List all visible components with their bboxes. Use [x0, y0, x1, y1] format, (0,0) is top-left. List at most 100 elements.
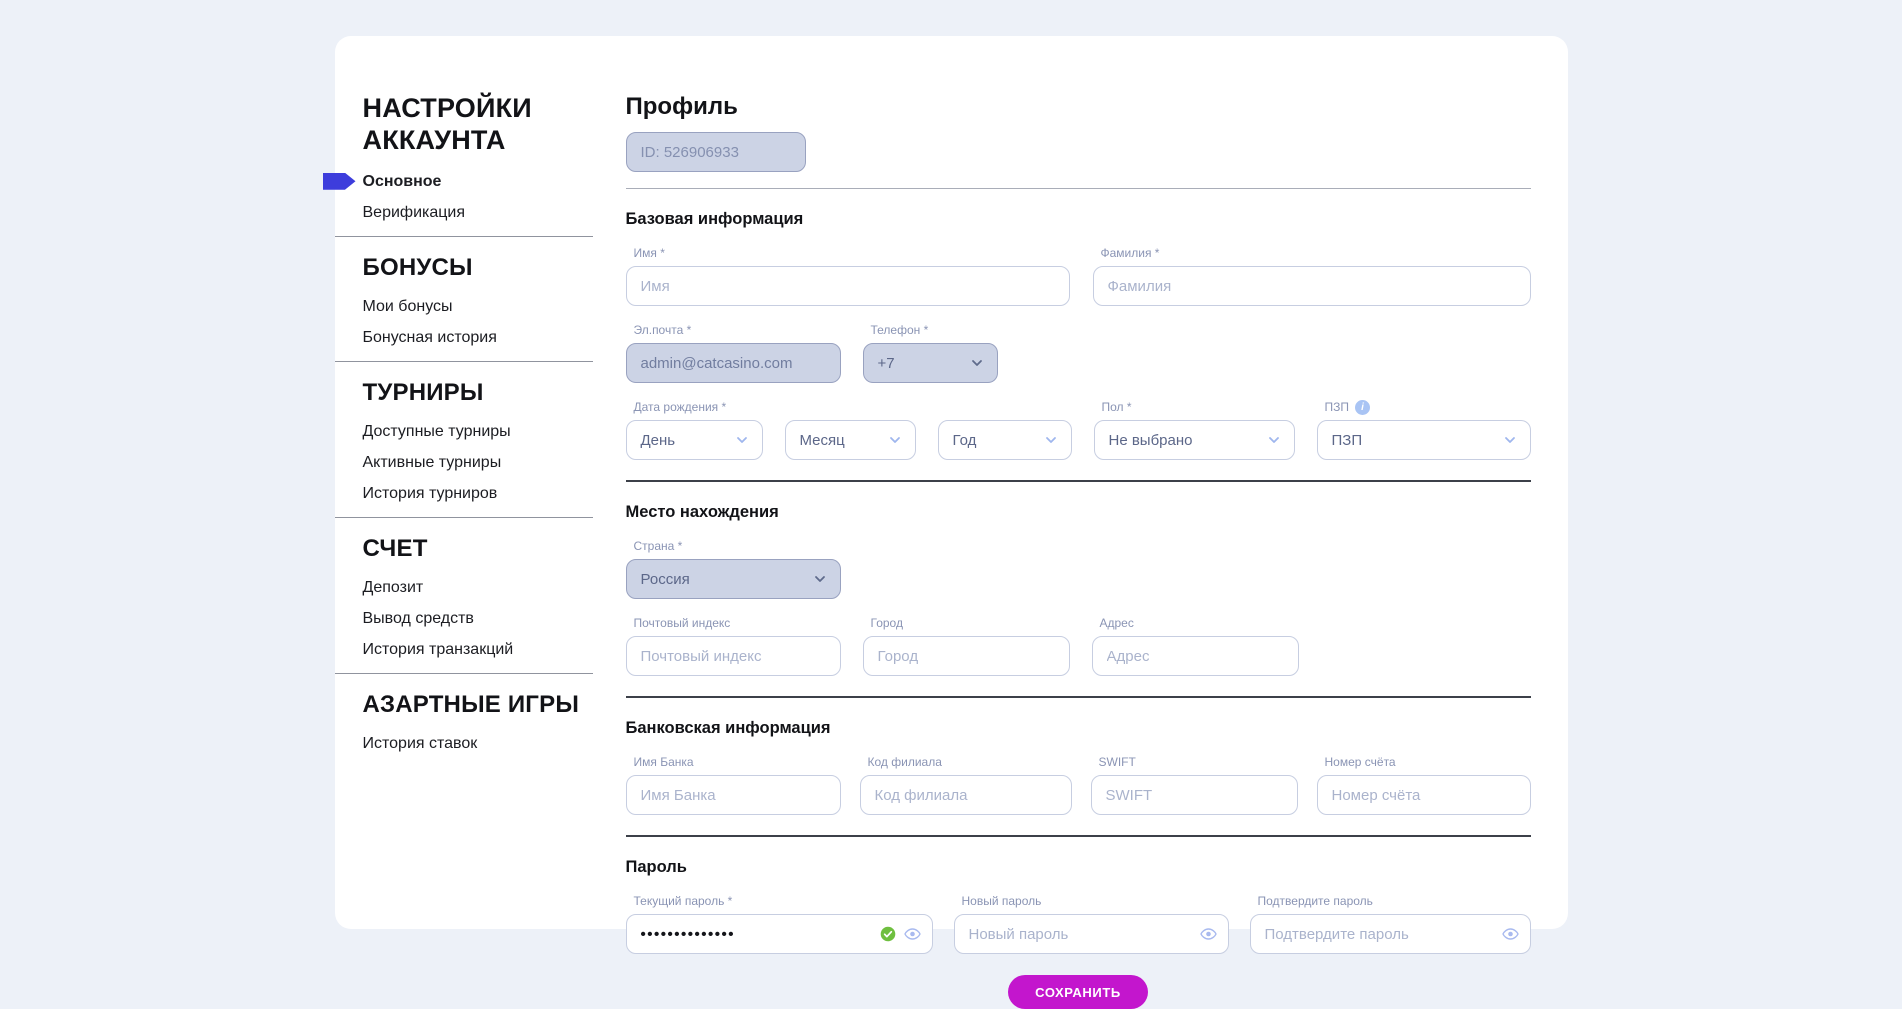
city-input[interactable]	[863, 636, 1070, 676]
account-number-input[interactable]	[1317, 775, 1531, 815]
sidebar-item-tournament-history[interactable]: История турниров	[363, 484, 626, 503]
confirm-password-input[interactable]	[1250, 914, 1531, 954]
sidebar-item-label: История турниров	[363, 485, 498, 502]
country-label: Страна *	[626, 539, 841, 554]
postal-code-input[interactable]	[626, 636, 841, 676]
sidebar-item-label: История ставок	[363, 735, 478, 752]
chevron-down-icon	[1268, 436, 1280, 444]
sidebar-title: НАСТРОЙКИ АККАУНТА	[363, 93, 573, 157]
form-row: Страна * Россия	[626, 539, 1531, 599]
section-divider	[626, 188, 1531, 189]
last-name-input[interactable]	[1093, 266, 1531, 306]
swift-input[interactable]	[1091, 775, 1298, 815]
sidebar-item-verification[interactable]: Верификация	[363, 203, 626, 222]
sidebar-group-tournaments: ТУРНИРЫ	[363, 379, 626, 407]
sidebar-item-label: Верификация	[363, 204, 466, 221]
first-name-input[interactable]	[626, 266, 1070, 306]
email-field: Эл.почта *	[626, 323, 841, 383]
branch-code-label: Код филиала	[860, 755, 1072, 770]
sidebar-divider	[335, 236, 593, 237]
sidebar-group-gambling: АЗАРТНЫЕ ИГРЫ	[363, 691, 626, 719]
section-divider	[626, 835, 1531, 837]
phone-field: Телефон * +7	[863, 323, 998, 383]
sidebar-divider	[335, 361, 593, 362]
sidebar-item-my-bonuses[interactable]: Мои бонусы	[363, 297, 626, 316]
user-id-field	[626, 132, 806, 172]
address-input[interactable]	[1092, 636, 1299, 676]
last-name-label: Фамилия *	[1093, 246, 1531, 261]
postal-code-field: Почтовый индекс	[626, 616, 841, 676]
sidebar-item-available-tournaments[interactable]: Доступные турниры	[363, 422, 626, 441]
account-settings-card: НАСТРОЙКИ АККАУНТА Основное Верификация …	[335, 36, 1568, 929]
city-field: Город	[863, 616, 1070, 676]
bank-name-label: Имя Банка	[626, 755, 841, 770]
sidebar-group-account: СЧЕТ	[363, 535, 626, 563]
active-item-arrow-icon	[323, 173, 356, 190]
sidebar-item-label: История транзакций	[363, 641, 514, 658]
sidebar-item-bonus-history[interactable]: Бонусная история	[363, 328, 626, 347]
dob-day-field: Дата рождения * День	[626, 400, 763, 460]
check-circle-icon	[880, 926, 896, 942]
current-password-label: Текущий пароль *	[626, 894, 933, 909]
form-row: Текущий пароль *	[626, 894, 1531, 954]
account-number-field: Номер счёта	[1317, 755, 1531, 815]
current-password-field: Текущий пароль *	[626, 894, 933, 954]
chevron-down-icon	[1504, 436, 1516, 444]
confirm-password-label: Подтвердите пароль	[1250, 894, 1531, 909]
eye-icon[interactable]	[1502, 928, 1519, 940]
sidebar-item-label: Основное	[363, 173, 442, 190]
address-label: Адрес	[1092, 616, 1299, 631]
phone-label: Телефон *	[863, 323, 998, 338]
profile-content: Профиль Базовая информация Имя * Фамилия…	[626, 36, 1568, 929]
sidebar-item-label: Бонусная история	[363, 329, 497, 346]
save-button[interactable]: СОХРАНИТЬ	[1008, 975, 1148, 1009]
eye-icon[interactable]	[1200, 928, 1217, 940]
sidebar-item-bet-history[interactable]: История ставок	[363, 734, 626, 753]
dob-month-select[interactable]: Месяц	[785, 420, 916, 460]
eye-icon[interactable]	[904, 928, 921, 940]
postal-code-label: Почтовый индекс	[626, 616, 841, 631]
account-number-label: Номер счёта	[1317, 755, 1531, 770]
first-name-field: Имя *	[626, 246, 1070, 306]
info-icon[interactable]: i	[1355, 400, 1370, 415]
bank-name-input[interactable]	[626, 775, 841, 815]
pzp-field: ПЗП i ПЗП	[1317, 400, 1531, 460]
branch-code-field: Код филиала	[860, 755, 1072, 815]
sidebar-item-main[interactable]: Основное	[363, 172, 626, 191]
email-input	[626, 343, 841, 383]
form-row: Почтовый индекс Город Адрес	[626, 616, 1531, 676]
phone-code-value: +7	[878, 355, 895, 372]
first-name-label: Имя *	[626, 246, 1070, 261]
sidebar-item-label: Доступные турниры	[363, 423, 511, 440]
sidebar: НАСТРОЙКИ АККАУНТА Основное Верификация …	[335, 36, 626, 929]
sidebar-item-withdrawal[interactable]: Вывод средств	[363, 609, 626, 628]
gender-select[interactable]: Не выбрано	[1094, 420, 1295, 460]
email-label: Эл.почта *	[626, 323, 841, 338]
sidebar-item-active-tournaments[interactable]: Активные турниры	[363, 453, 626, 472]
form-row: Дата рождения * День Месяц	[626, 400, 1531, 460]
dob-day-select[interactable]: День	[626, 420, 763, 460]
pzp-label: ПЗП i	[1317, 400, 1531, 415]
sidebar-item-deposit[interactable]: Депозит	[363, 578, 626, 597]
gender-field: Пол * Не выбрано	[1094, 400, 1295, 460]
country-value: Россия	[641, 571, 690, 588]
sidebar-item-transaction-history[interactable]: История транзакций	[363, 640, 626, 659]
confirm-password-field: Подтвердите пароль	[1250, 894, 1531, 954]
form-row: Имя Банка Код филиала SWIFT Номер счёта	[626, 755, 1531, 815]
chevron-down-icon	[736, 436, 748, 444]
location-heading: Место нахождения	[626, 503, 1531, 522]
page-title: Профиль	[626, 93, 1531, 121]
address-field: Адрес	[1092, 616, 1299, 676]
country-select: Россия	[626, 559, 841, 599]
chevron-down-icon	[1045, 436, 1057, 444]
sidebar-item-label: Мои бонусы	[363, 298, 453, 315]
branch-code-input[interactable]	[860, 775, 1072, 815]
dob-label: Дата рождения *	[626, 400, 763, 415]
section-divider	[626, 696, 1531, 698]
pzp-select[interactable]: ПЗП	[1317, 420, 1531, 460]
new-password-input[interactable]	[954, 914, 1229, 954]
bank-name-field: Имя Банка	[626, 755, 841, 815]
swift-label: SWIFT	[1091, 755, 1298, 770]
gender-value: Не выбрано	[1109, 432, 1193, 449]
dob-year-select[interactable]: Год	[938, 420, 1072, 460]
